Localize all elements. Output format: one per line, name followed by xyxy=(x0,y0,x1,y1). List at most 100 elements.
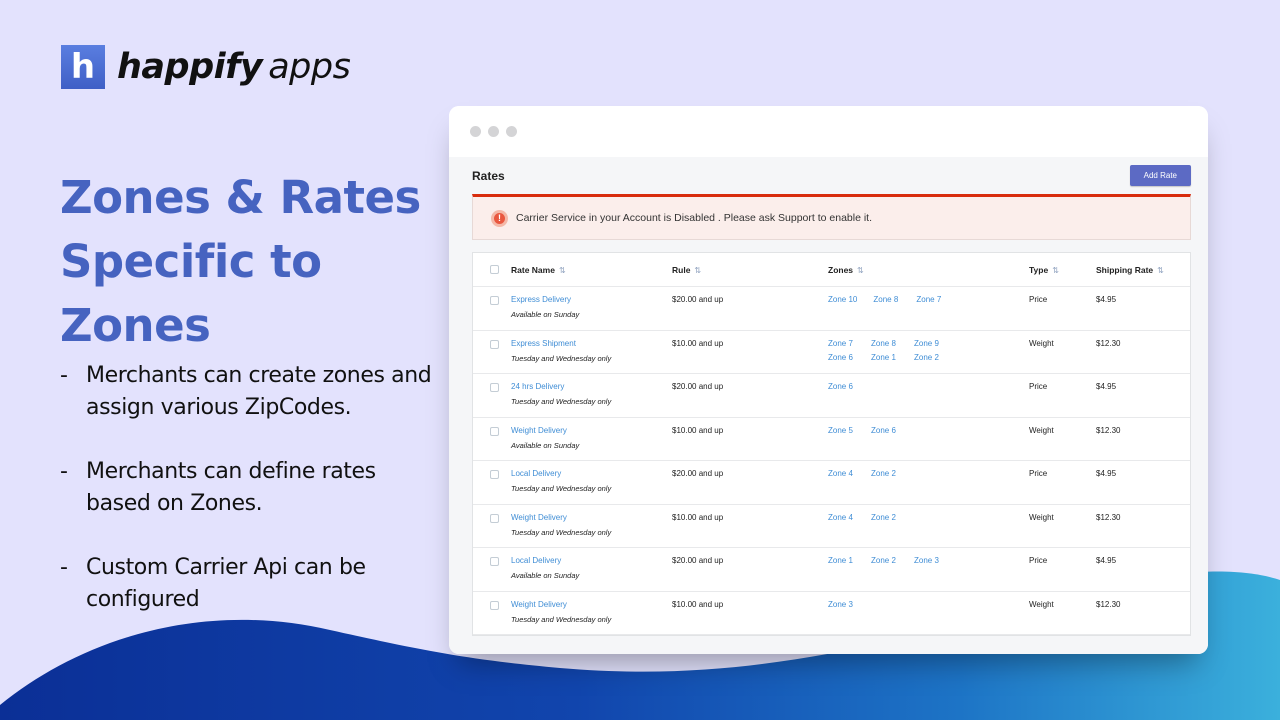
feature-item: - Custom Carrier Api can be configured xyxy=(60,555,366,612)
zone-link[interactable]: Zone 10 xyxy=(828,295,857,304)
rate-name-link[interactable]: 24 hrs Delivery xyxy=(511,382,672,391)
row-checkbox[interactable] xyxy=(490,339,499,349)
rate-rule: $20.00 and up xyxy=(672,556,724,565)
rate-type: Price xyxy=(1029,295,1048,304)
zone-list: Zone 1 Zone 2 Zone 3 xyxy=(828,556,978,565)
rate-availability: Tuesday and Wednesday only xyxy=(511,614,612,624)
window-dot-icon[interactable] xyxy=(470,126,481,137)
rate-type: Weight xyxy=(1029,425,1054,435)
row-checkbox[interactable] xyxy=(490,470,499,479)
zone-link[interactable]: Zone 2 xyxy=(871,469,898,478)
table-row: Weight Delivery Tuesday and Wednesday onl… xyxy=(473,592,1190,635)
rate-name-link[interactable]: Weight Delivery xyxy=(511,600,672,609)
zone-list: Zone 7 Zone 8 Zone 9 Zone 6 Zone 1 Zone 2 xyxy=(828,339,978,362)
rate-rule: $10.00 and up xyxy=(672,338,724,348)
rate-type: Weight xyxy=(1029,338,1054,348)
row-checkbox[interactable] xyxy=(490,513,499,523)
zone-list: Zone 5 Zone 6 xyxy=(828,426,978,435)
column-header-shipping-rate[interactable]: Shipping Rate ⇅ xyxy=(1096,265,1190,275)
feature-item: - Merchants can create zones and assign v… xyxy=(60,363,432,420)
row-checkbox[interactable] xyxy=(490,296,499,305)
rate-name-link[interactable]: Weight Delivery xyxy=(511,513,672,522)
zone-link[interactable]: Zone 8 xyxy=(873,295,900,304)
table-row: 24 hrs Delivery Tuesday and Wednesday onl… xyxy=(473,374,1190,418)
sort-icon[interactable]: ⇅ xyxy=(857,266,864,275)
shipping-rate: $4.95 xyxy=(1096,382,1117,391)
zone-link[interactable]: Zone 8 xyxy=(871,339,898,348)
app-window: Rates Add Rate ! Carrier Service in your… xyxy=(449,106,1208,654)
zone-link[interactable]: Zone 6 xyxy=(828,382,855,391)
window-dot-icon[interactable] xyxy=(506,126,517,137)
zone-link[interactable]: Zone 1 xyxy=(828,556,855,565)
rate-name-link[interactable]: Express Delivery xyxy=(511,295,672,304)
table-body: Express Delivery Available on Sunday $20.0… xyxy=(473,287,1190,635)
rates-page: Rates Add Rate ! Carrier Service in your… xyxy=(449,157,1208,654)
rate-type: Price xyxy=(1029,469,1048,478)
shipping-rate: $4.95 xyxy=(1096,469,1117,478)
row-checkbox[interactable] xyxy=(490,426,499,436)
zone-list: Zone 3 xyxy=(828,600,978,609)
sort-icon[interactable]: ⇅ xyxy=(694,266,701,275)
zone-link[interactable]: Zone 2 xyxy=(871,513,898,522)
rate-type: Price xyxy=(1029,382,1048,391)
zone-link[interactable]: Zone 7 xyxy=(916,295,943,304)
table-row: Local Delivery Tuesday and Wednesday only… xyxy=(473,461,1190,505)
zone-link[interactable]: Zone 4 xyxy=(828,513,855,522)
rate-rule: $20.00 and up xyxy=(672,382,724,391)
logo-mark-icon: h xyxy=(61,45,105,89)
zone-link[interactable]: Zone 6 xyxy=(871,426,898,435)
row-checkbox[interactable] xyxy=(490,557,499,566)
rate-availability: Available on Sunday xyxy=(511,571,580,580)
zone-link[interactable]: Zone 5 xyxy=(828,426,855,435)
rate-type: Weight xyxy=(1029,599,1054,609)
rate-name-link[interactable]: Local Delivery xyxy=(511,556,672,565)
rate-availability: Tuesday and Wednesday only xyxy=(511,527,612,537)
zone-list: Zone 4 Zone 2 xyxy=(828,469,978,478)
rate-name-link[interactable]: Weight Delivery xyxy=(511,426,672,435)
zone-link[interactable]: Zone 2 xyxy=(871,556,898,565)
column-header-zones[interactable]: Zones ⇅ xyxy=(828,265,1029,275)
rate-type: Price xyxy=(1029,556,1048,565)
column-header-rule[interactable]: Rule ⇅ xyxy=(672,265,828,275)
zone-link[interactable]: Zone 3 xyxy=(828,600,855,609)
sort-icon[interactable]: ⇅ xyxy=(1157,266,1164,275)
table-row: Weight Delivery Tuesday and Wednesday onl… xyxy=(473,505,1190,548)
table-row: Express Shipment Tuesday and Wednesday on… xyxy=(473,331,1190,374)
rate-availability: Tuesday and Wednesday only xyxy=(511,353,612,363)
rate-availability: Tuesday and Wednesday only xyxy=(511,397,612,406)
sort-icon[interactable]: ⇅ xyxy=(559,266,566,275)
rate-type: Weight xyxy=(1029,512,1054,522)
row-checkbox[interactable] xyxy=(490,383,499,392)
shipping-rate: $12.30 xyxy=(1096,425,1121,435)
window-dot-icon[interactable] xyxy=(488,126,499,137)
rate-name-link[interactable]: Express Shipment xyxy=(511,339,672,348)
column-header-type[interactable]: Type ⇅ xyxy=(1029,265,1096,275)
zone-link[interactable]: Zone 2 xyxy=(914,353,941,362)
brand-name: happify apps xyxy=(117,47,351,87)
rate-rule: $10.00 and up xyxy=(672,599,724,609)
column-header-rate-name[interactable]: Rate Name ⇅ xyxy=(511,265,672,275)
table-row: Weight Delivery Available on Sunday $10.00… xyxy=(473,418,1190,461)
rate-rule: $10.00 and up xyxy=(672,512,724,522)
rate-availability: Available on Sunday xyxy=(511,440,580,450)
sort-icon[interactable]: ⇅ xyxy=(1052,266,1059,275)
row-checkbox[interactable] xyxy=(490,600,499,610)
window-titlebar xyxy=(449,106,1208,157)
zone-link[interactable]: Zone 6 xyxy=(828,353,855,362)
rate-availability: Available on Sunday xyxy=(511,310,580,319)
select-all-checkbox[interactable] xyxy=(490,265,499,274)
zone-list: Zone 6 xyxy=(828,382,978,391)
zone-link[interactable]: Zone 4 xyxy=(828,469,855,478)
zone-link[interactable]: Zone 1 xyxy=(871,353,898,362)
shipping-rate: $4.95 xyxy=(1096,295,1117,304)
zone-link[interactable]: Zone 9 xyxy=(914,339,941,348)
zone-link[interactable]: Zone 3 xyxy=(914,556,941,565)
rate-name-link[interactable]: Local Delivery xyxy=(511,469,672,478)
add-rate-button[interactable]: Add Rate xyxy=(1129,165,1191,186)
feature-list: - Merchants can create zones and assign v… xyxy=(60,360,440,648)
feature-item: - Merchants can define rates based on Zon… xyxy=(60,459,376,516)
page-title: Rates xyxy=(472,168,505,183)
zone-link[interactable]: Zone 7 xyxy=(828,339,855,348)
banner-message: Carrier Service in your Account is Disab… xyxy=(516,212,873,224)
shipping-rate: $4.95 xyxy=(1096,556,1117,565)
